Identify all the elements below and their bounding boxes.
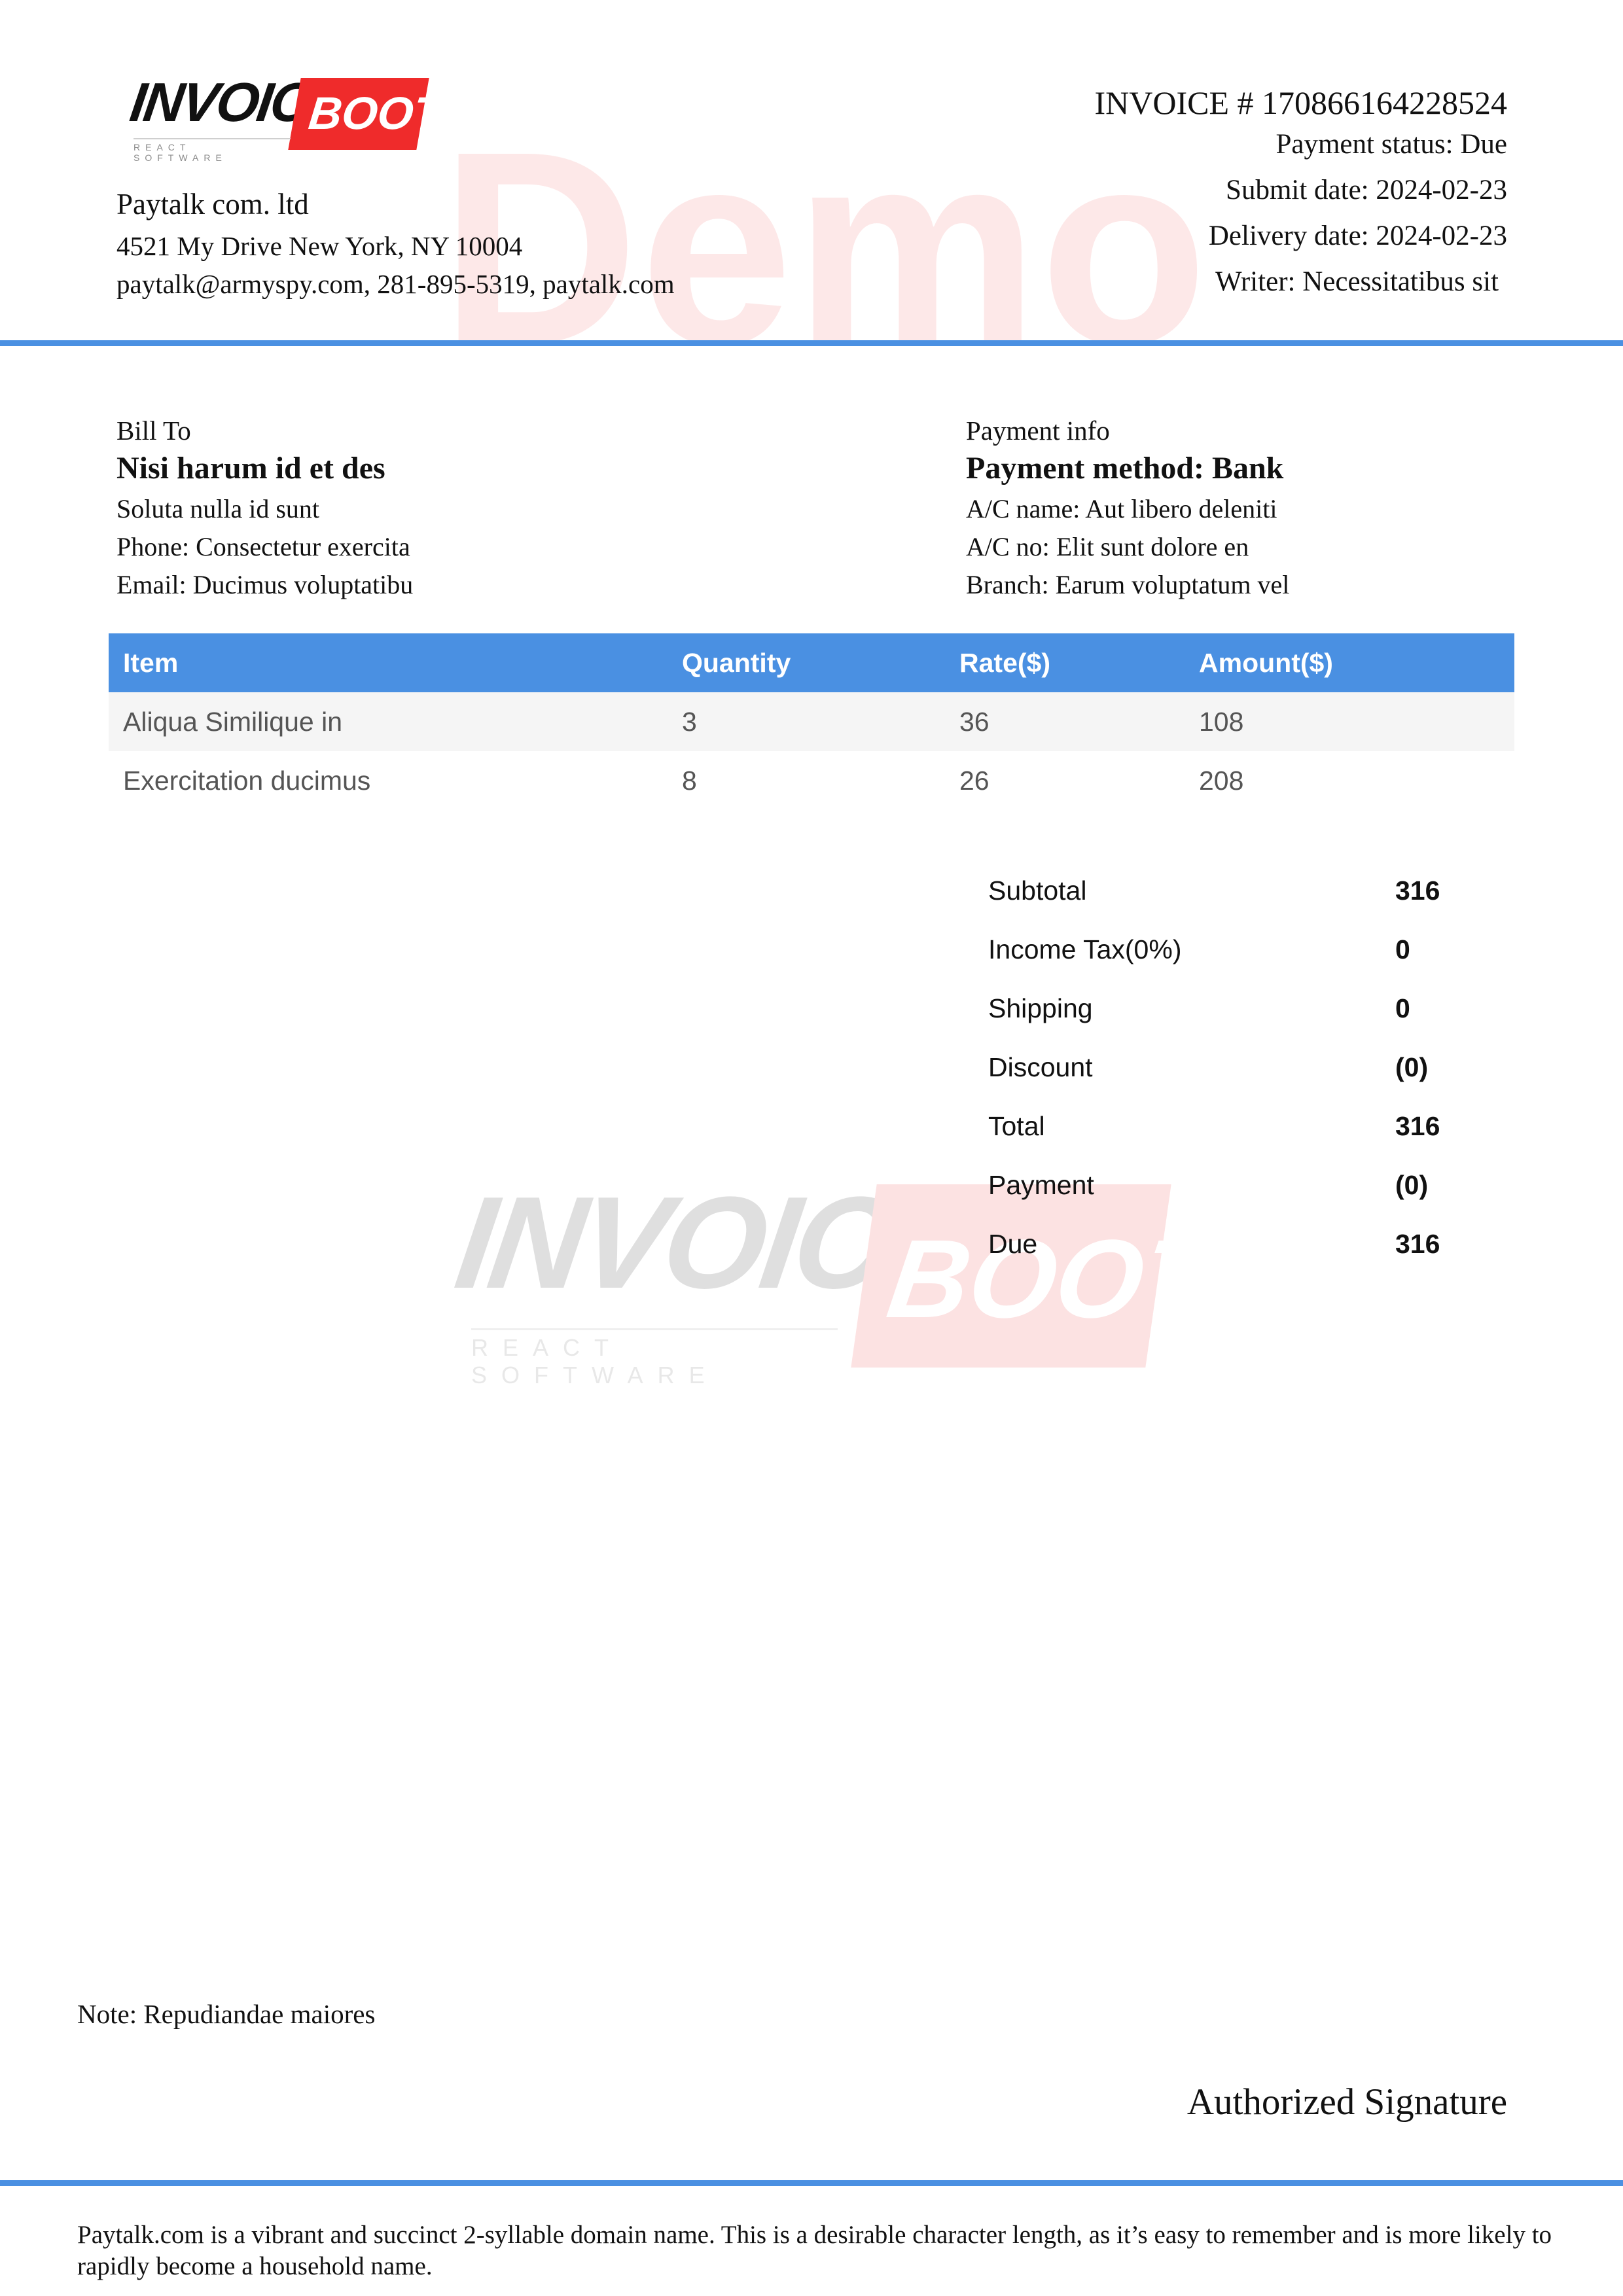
logo-badge: BOOT — [288, 78, 444, 150]
subtotal-label: Subtotal — [988, 875, 1087, 906]
income-tax-value: 0 — [1395, 934, 1410, 964]
logo-tagline: REACT SOFTWARE — [134, 138, 291, 163]
payment-value: (0) — [1395, 1170, 1429, 1200]
header-amount: Amount($) — [1199, 648, 1333, 678]
table-row: Exercitation ducimus 8 26 208 — [109, 751, 1514, 810]
income-tax-label: Income Tax(0%) — [988, 934, 1182, 964]
header-rate: Rate($) — [959, 648, 1050, 678]
due-label: Due — [988, 1229, 1038, 1259]
watermark-logo-tagline: REACT SOFTWARE — [471, 1328, 838, 1389]
due-value: 316 — [1395, 1229, 1440, 1259]
account-number: A/C no: Elit sunt dolore en — [966, 532, 1249, 561]
total-label: Total — [988, 1111, 1045, 1141]
item-rate: 26 — [959, 766, 990, 796]
item-quantity: 8 — [682, 766, 697, 796]
authorized-signature: Authorized Signature — [1186, 2081, 1507, 2123]
company-name: Paytalk com. ltd — [116, 188, 309, 221]
items-table: Item Quantity Rate($) Amount($) Aliqua S… — [109, 633, 1514, 810]
payment-info-label: Payment info — [966, 415, 1110, 446]
logo-watermark: INVOICE BOOT REACT SOFTWARE — [448, 1170, 1220, 1388]
item-name: Exercitation ducimus — [123, 766, 371, 796]
item-rate: 36 — [959, 707, 990, 737]
footer-divider — [0, 2180, 1623, 2186]
invoice-note: Note: Repudiandae maiores — [77, 1999, 376, 2029]
writer: Writer: Necessitatibus sit — [1215, 266, 1499, 297]
submit-date: Submit date: 2024-02-23 — [1226, 175, 1507, 205]
shipping-label: Shipping — [988, 993, 1093, 1023]
payment-label: Payment — [988, 1170, 1094, 1200]
watermark-logo-badge: BOOT — [851, 1184, 1220, 1368]
payment-method: Payment method: Bank — [966, 451, 1284, 486]
shipping-value: 0 — [1395, 993, 1410, 1023]
payment-status: Payment status: Due — [1275, 129, 1507, 160]
delivery-date: Delivery date: 2024-02-23 — [1208, 221, 1507, 251]
footer-text: Paytalk.com is a vibrant and succinct 2-… — [77, 2221, 1552, 2280]
total-value: 316 — [1395, 1111, 1440, 1141]
item-amount: 108 — [1199, 707, 1244, 737]
table-header: Item Quantity Rate($) Amount($) — [109, 633, 1514, 692]
table-row: Aliqua Similique in 3 36 108 — [109, 692, 1514, 751]
invoice-number: INVOICE # 170866164228524 — [1094, 84, 1507, 121]
account-name: A/C name: Aut libero deleniti — [966, 494, 1277, 523]
invoice-boot-logo: INVOICE BOOT REACT SOFTWARE — [126, 71, 444, 163]
bill-to-email: Email: Ducimus voluptatibu — [116, 570, 414, 599]
bill-to-phone: Phone: Consectetur exercita — [116, 532, 410, 561]
item-quantity: 3 — [682, 707, 697, 737]
item-name: Aliqua Similique in — [123, 707, 343, 737]
header-quantity: Quantity — [682, 648, 791, 678]
bill-to-name: Nisi harum id et des — [116, 451, 385, 486]
discount-label: Discount — [988, 1052, 1093, 1082]
bill-to-label: Bill To — [116, 415, 191, 446]
branch: Branch: Earum voluptatum vel — [966, 570, 1290, 599]
company-contact: paytalk@armyspy.com, 281-895-5319, payta… — [116, 269, 675, 299]
subtotal-value: 316 — [1395, 875, 1440, 906]
company-address: 4521 My Drive New York, NY 10004 — [116, 231, 523, 261]
bill-to-line1: Soluta nulla id sunt — [116, 494, 319, 523]
item-amount: 208 — [1199, 766, 1244, 796]
header-item: Item — [123, 648, 179, 678]
logo-word: INVOICE — [126, 71, 348, 133]
watermark-logo-badge-text: BOOT — [880, 1217, 1220, 1341]
header-divider — [0, 340, 1623, 346]
discount-value: (0) — [1395, 1052, 1429, 1082]
